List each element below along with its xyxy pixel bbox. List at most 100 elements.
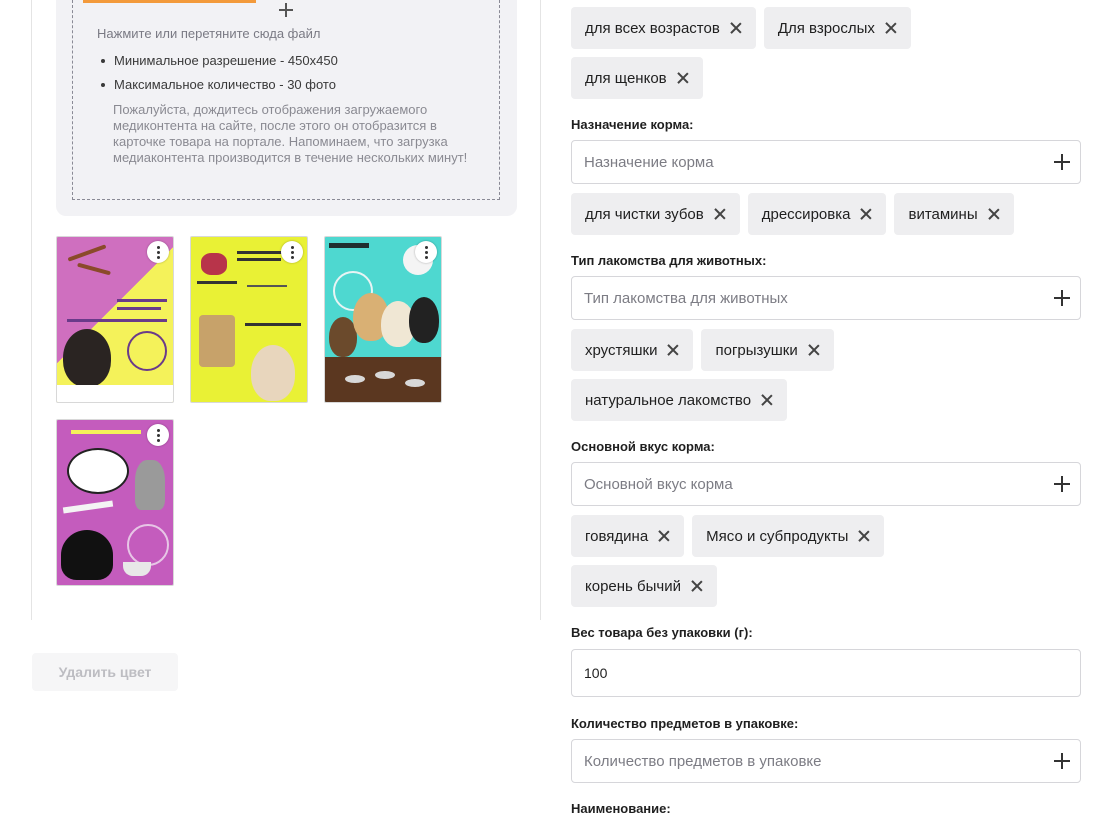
close-icon[interactable] [658,530,670,542]
media-panel: Нажмите или перетяните сюда файл Минимал… [31,0,541,620]
purpose-label: Назначение корма: [571,117,694,132]
flavor-label: Основной вкус корма: [571,439,715,454]
text-stripe [245,323,301,326]
more-options-icon[interactable] [415,241,437,263]
more-options-icon[interactable] [147,424,169,446]
close-icon[interactable] [988,208,1000,220]
text-stripe [237,251,287,254]
speech-bubble [67,448,129,494]
rule-item: Максимальное количество - 30 фото [97,76,487,100]
bowl-image [123,562,151,576]
flavor-chips: корень бычий [571,565,717,607]
dropzone[interactable]: Нажмите или перетяните сюда файл Минимал… [72,0,500,200]
package-image [199,315,235,367]
chip-label: витамины [908,205,978,223]
close-icon[interactable] [667,344,679,356]
flavor-input[interactable] [584,463,1044,505]
delete-color-button[interactable]: Удалить цвет [32,653,178,691]
plus-icon[interactable] [1053,752,1071,770]
age-chips: для всех возрастов Для взрослых [571,7,911,49]
close-icon[interactable] [761,394,773,406]
upload-progress-bar [83,0,256,3]
chip: натуральное лакомство [571,379,788,421]
drop-hint: Нажмите или перетяните сюда файл [97,26,321,41]
text-stripe [329,243,369,248]
upload-notice: Пожалуйста, дождитесь отображения загруж… [113,102,468,165]
bowl-image [345,375,365,383]
dog-image [409,297,439,343]
meat-image [201,253,227,275]
quantity-label: Количество предметов в упаковке: [571,716,799,731]
bowl-image [405,379,425,387]
purpose-field [571,140,1081,184]
treat-line [247,285,287,299]
chip-label: корень бычий [585,577,681,595]
plus-icon[interactable] [1053,289,1071,307]
footer-strip [57,385,173,402]
flavor-chips: говядина Мясо и субпродукты [571,515,885,557]
close-icon[interactable] [714,208,726,220]
plus-icon[interactable] [276,0,296,20]
quantity-input[interactable] [584,740,1044,782]
brand-logo [127,331,167,371]
age-chips: для щенков [571,57,703,99]
bowl-image [375,371,395,379]
close-icon[interactable] [858,530,870,542]
cat-image [135,460,165,510]
treat-type-field [571,276,1081,320]
text-stripe [197,281,237,284]
chip: корень бычий [571,565,717,607]
more-options-icon[interactable] [281,241,303,263]
chip: погрызушки [701,329,834,371]
close-icon[interactable] [730,22,742,34]
treat-image [77,262,111,276]
plus-icon[interactable] [1053,475,1071,493]
chip-label: для щенков [585,69,667,87]
table-image [325,357,441,402]
chip-label: погрызушки [715,341,798,359]
close-icon[interactable] [808,344,820,356]
treat-type-chips: натуральное лакомство [571,379,788,421]
text-stripe [67,319,167,322]
chip: дрессировка [747,193,887,235]
treat-type-chips: хрустяшки погрызушки [571,329,834,371]
chip: хрустяшки [571,329,694,371]
text-stripe [71,430,141,434]
photo-thumbnail[interactable] [56,419,174,586]
plus-icon[interactable] [1053,153,1071,171]
chip: говядина [571,515,685,557]
chip-label: дрессировка [761,205,851,223]
treat-type-label: Тип лакомства для животных: [571,253,767,268]
quantity-field [571,739,1081,783]
chip: витамины [894,193,1014,235]
text-stripe [62,500,114,514]
rule-item: Минимальное разрешение - 450x450 [97,52,487,76]
close-icon[interactable] [677,72,689,84]
treat-image [67,244,107,262]
weight-label: Вес товара без упаковки (г): [571,625,753,640]
close-icon[interactable] [885,22,897,34]
chip: для всех возрастов [571,7,756,49]
cat-image [61,530,113,580]
upload-area: Нажмите или перетяните сюда файл Минимал… [56,0,517,216]
weight-input[interactable] [584,650,1044,696]
purpose-input[interactable] [584,141,1044,183]
close-icon[interactable] [860,208,872,220]
more-options-icon[interactable] [147,241,169,263]
chip-label: Мясо и субпродукты [706,527,849,545]
chip-label: для всех возрастов [585,19,720,37]
photo-thumbnail[interactable] [190,236,308,403]
chip: для щенков [571,57,703,99]
chip-label: для чистки зубов [585,205,704,223]
chip-label: натуральное лакомство [585,391,752,409]
close-icon[interactable] [691,580,703,592]
chip-label: Для взрослых [777,19,875,37]
chip-label: говядина [585,527,649,545]
treat-type-input[interactable] [584,277,1044,319]
photo-thumbnail[interactable] [56,236,174,403]
dog-image [251,345,295,401]
brand-logo [127,524,169,566]
text-stripe [117,307,161,310]
photo-thumbnail[interactable] [324,236,442,403]
chip: для чистки зубов [571,193,740,235]
